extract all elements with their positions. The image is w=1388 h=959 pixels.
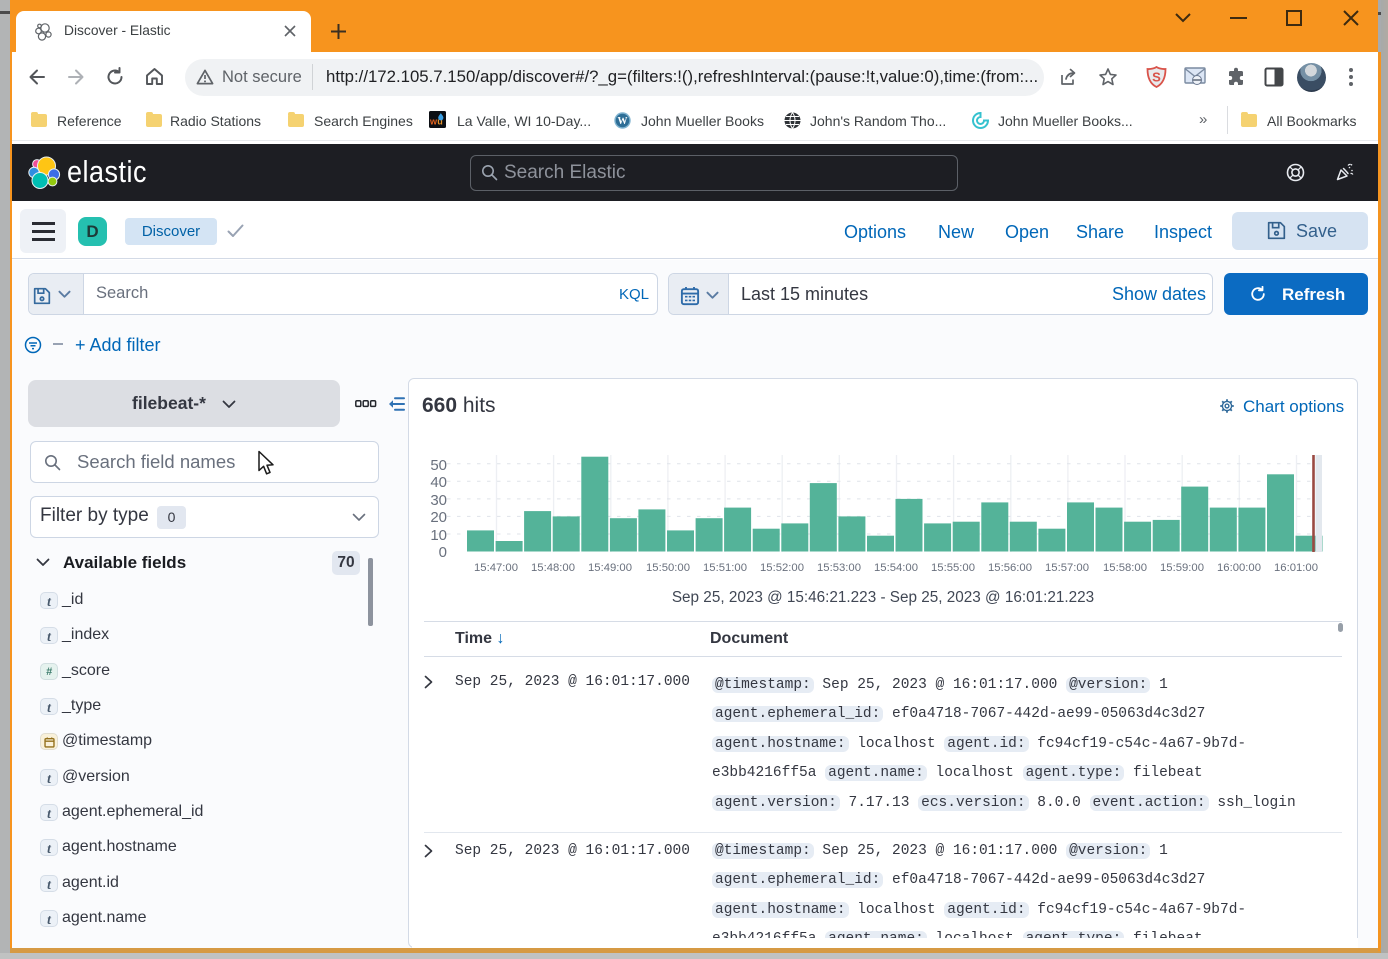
svg-text:W: W [618,116,628,127]
svg-text:S: S [1152,70,1161,85]
